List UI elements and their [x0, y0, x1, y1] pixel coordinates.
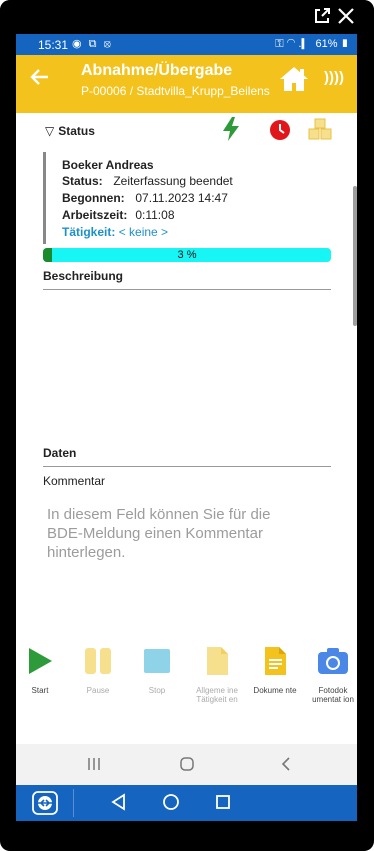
- entry-status-row: Status: Zeiterfassung beendet: [62, 174, 233, 188]
- progress-bar: 3 %: [43, 248, 331, 262]
- document-icon: [265, 647, 286, 675]
- remote-recent-icon[interactable]: [214, 793, 232, 816]
- status-value: Zeiterfassung beendet: [113, 174, 233, 188]
- divider: [43, 289, 331, 290]
- status-section-title: Status: [58, 124, 95, 138]
- photo-documentation-button[interactable]: Fotodok umentat ion: [309, 646, 357, 704]
- entry-begun-row: Begonnen: 07.11.2023 14:47: [62, 191, 228, 205]
- general-activities-button[interactable]: Allgeme ine Tätigkeit en: [193, 646, 241, 704]
- close-icon[interactable]: [338, 8, 354, 27]
- comment-label: Kommentar: [43, 474, 106, 488]
- status-section-toggle[interactable]: ▽ Status: [45, 124, 95, 138]
- beschreibung-title: Beschreibung: [43, 269, 124, 283]
- status-icons-right: ⚿ ◠ .▎ 61% ▮: [275, 38, 349, 50]
- worktime-key: Arbeitszeit:: [62, 208, 128, 222]
- employee-name: Boeker Andreas: [62, 158, 154, 172]
- window-topbar: [0, 0, 374, 34]
- collapse-triangle-icon: ▽: [45, 124, 55, 138]
- photo-documentation-label: Fotodok umentat ion: [312, 686, 354, 704]
- home-button-icon[interactable]: [179, 756, 195, 777]
- page-title: Abnahme/Übergabe: [81, 62, 233, 79]
- teamviewer-icon[interactable]: [32, 791, 58, 815]
- documents-label: Dokume nte: [253, 686, 297, 695]
- page-subtitle: P-00006 / Stadtvilla_Krupp_Beilens: [81, 84, 270, 98]
- comment-field[interactable]: In diesem Feld können Sie für die BDE-Me…: [47, 505, 297, 562]
- documents-button[interactable]: Dokume nte: [251, 646, 299, 695]
- arrow-left-icon[interactable]: [30, 67, 50, 93]
- entry-activity-row[interactable]: Tätigkeit: < keine >: [62, 225, 168, 239]
- clock-icon[interactable]: [269, 119, 291, 146]
- status-key: Status:: [62, 174, 103, 188]
- camera-icon: [318, 648, 348, 674]
- boxes-icon[interactable]: [308, 118, 332, 145]
- divider: [73, 789, 74, 817]
- entry-worktime-row: Arbeitszeit: 0:11:08: [62, 208, 175, 222]
- pause-button[interactable]: Pause: [74, 646, 122, 695]
- device-frame: 15:31 ◉ ⧉ ⦻ ⚿ ◠ .▎ 61% ▮ Abnahme/Übergab…: [0, 0, 374, 851]
- document-icon: [207, 647, 228, 675]
- stop-button[interactable]: Stop: [133, 646, 181, 695]
- recent-apps-icon[interactable]: [86, 756, 102, 777]
- status-icons-left: ◉ ⧉ ⦻: [72, 38, 113, 50]
- android-nav-bar: [16, 744, 357, 785]
- external-link-icon[interactable]: [314, 8, 330, 27]
- remote-home-icon[interactable]: [162, 793, 180, 816]
- begun-key: Begonnen:: [62, 191, 125, 205]
- begun-value: 07.11.2023 14:47: [135, 191, 228, 205]
- stop-label: Stop: [148, 686, 166, 695]
- nfc-icon[interactable]: )))): [324, 69, 344, 86]
- app-bar: Abnahme/Übergabe P-00006 / Stadtvilla_Kr…: [16, 55, 357, 113]
- remote-back-icon[interactable]: [110, 793, 128, 816]
- general-activities-label: Allgeme ine Tätigkeit en: [196, 686, 238, 704]
- bolt-icon[interactable]: [222, 117, 240, 146]
- start-button[interactable]: Start: [16, 646, 64, 695]
- daten-title: Daten: [43, 446, 77, 460]
- scrollbar[interactable]: [353, 186, 357, 326]
- back-button-icon[interactable]: [278, 756, 294, 777]
- worktime-value: 0:11:08: [135, 208, 175, 222]
- phone-screen: 15:31 ◉ ⧉ ⦻ ⚿ ◠ .▎ 61% ▮ Abnahme/Übergab…: [16, 34, 357, 785]
- stop-icon: [144, 649, 170, 673]
- progress-label: 3 %: [177, 249, 197, 261]
- status-bar: 15:31 ◉ ⧉ ⦻ ⚿ ◠ .▎ 61% ▮: [16, 34, 357, 55]
- start-label: Start: [31, 686, 49, 695]
- time-entry-card[interactable]: Boeker Andreas Status: Zeiterfassung bee…: [43, 152, 336, 244]
- pause-icon: [85, 648, 111, 674]
- activity-key: Tätigkeit:: [62, 225, 116, 239]
- home-icon[interactable]: [278, 65, 310, 98]
- action-toolbar: Start Pause Stop Allgeme ine Tätigkeit e…: [16, 646, 357, 744]
- remote-control-bar: [16, 785, 357, 821]
- clock-text: 15:31: [38, 38, 69, 52]
- pause-label: Pause: [86, 686, 110, 695]
- divider: [43, 466, 331, 467]
- activity-value: < keine >: [118, 225, 169, 239]
- play-icon: [29, 648, 52, 674]
